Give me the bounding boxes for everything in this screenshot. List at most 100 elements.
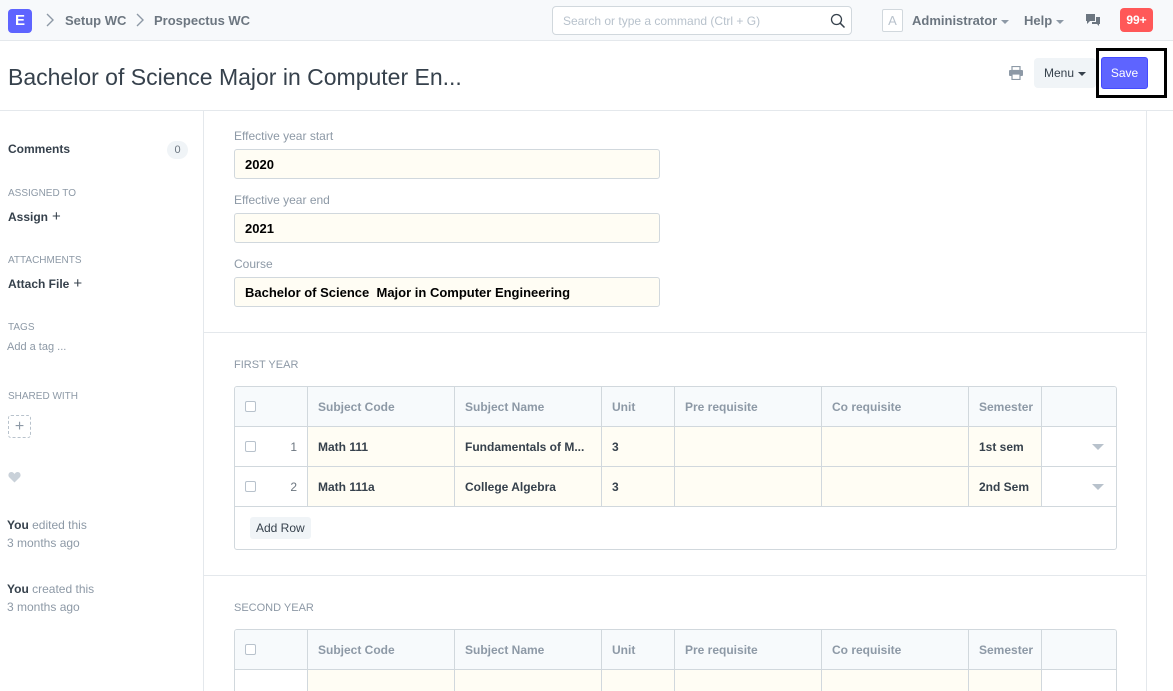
column-header: Unit xyxy=(602,387,675,426)
search-input[interactable] xyxy=(553,7,813,34)
first-year-title: FIRST YEAR xyxy=(234,359,299,371)
attachments-label: ATTACHMENTS xyxy=(8,255,82,266)
table-row[interactable]: 2 Math 111a College Algebra 3 2nd Sem xyxy=(235,467,1116,507)
assign-button[interactable]: Assign + xyxy=(8,208,61,225)
attach-file-button[interactable]: Attach File + xyxy=(8,275,82,292)
app-logo[interactable]: E xyxy=(8,9,32,33)
semester-cell[interactable]: 2nd Sem xyxy=(969,467,1042,506)
column-header: Subject Name xyxy=(455,387,602,426)
chat-icon[interactable] xyxy=(1085,13,1101,27)
second-year-table: Subject Code Subject Name Unit Pre requi… xyxy=(234,629,1117,691)
subject-code-cell[interactable]: Math 111 xyxy=(308,427,455,466)
effective-year-end-label: Effective year end xyxy=(234,193,330,207)
navbar: E Setup WC Prospectus WC A Administrator… xyxy=(0,0,1173,41)
caret-down-icon xyxy=(1078,71,1087,76)
unit-cell[interactable]: 3 xyxy=(602,427,675,466)
effective-year-start-label: Effective year start xyxy=(234,129,334,143)
first-year-table: Subject Code Subject Name Unit Pre requi… xyxy=(234,386,1117,550)
row-actions[interactable] xyxy=(1042,467,1116,506)
header-action-cell xyxy=(1042,387,1116,426)
co-requisite-cell[interactable] xyxy=(822,427,969,466)
subject-name-cell[interactable]: College Algebra xyxy=(455,467,602,506)
row-checkbox[interactable] xyxy=(245,441,256,452)
row-actions[interactable] xyxy=(1042,427,1116,466)
co-requisite-cell[interactable] xyxy=(822,467,969,506)
row-select-cell: 2 xyxy=(235,467,308,506)
add-tag-input[interactable]: Add a tag ... xyxy=(7,341,66,353)
timeline-actor: You xyxy=(7,582,29,596)
table-row[interactable]: 1 Math 111 Fundamentals of M... 3 1st se… xyxy=(235,427,1116,467)
plus-icon: + xyxy=(14,418,25,435)
timeline-edited: You edited this 3 months ago xyxy=(7,516,87,552)
unit-cell[interactable]: 3 xyxy=(602,467,675,506)
column-header: Pre requisite xyxy=(675,630,822,669)
pre-requisite-cell[interactable] xyxy=(675,427,822,466)
heart-icon[interactable] xyxy=(8,471,21,483)
comments-link[interactable]: Comments xyxy=(8,142,70,156)
timeline-created: You created this 3 months ago xyxy=(7,580,94,616)
timeline-action: created this xyxy=(32,582,95,596)
plus-icon: + xyxy=(73,275,83,292)
chevron-down-icon[interactable] xyxy=(1092,443,1104,450)
select-all-checkbox[interactable] xyxy=(245,644,256,655)
add-share-button[interactable]: + xyxy=(8,415,31,438)
semester-cell[interactable] xyxy=(969,670,1042,691)
select-all-checkbox[interactable] xyxy=(245,401,256,412)
caret-down-icon xyxy=(1001,19,1010,24)
help-menu[interactable]: Help xyxy=(1024,13,1065,28)
tags-label: TAGS xyxy=(8,322,35,333)
timeline-time: 3 months ago xyxy=(7,600,80,614)
column-header: Semester xyxy=(969,630,1042,669)
row-select-cell xyxy=(235,670,308,691)
co-requisite-cell[interactable] xyxy=(822,670,969,691)
timeline-time: 3 months ago xyxy=(7,536,80,550)
pre-requisite-cell[interactable] xyxy=(675,467,822,506)
header-select-cell xyxy=(235,387,308,426)
section-divider xyxy=(204,332,1146,333)
save-button[interactable]: Save xyxy=(1101,57,1148,89)
shared-with-label: SHARED WITH xyxy=(8,391,78,402)
unit-cell[interactable] xyxy=(602,670,675,691)
column-header: Co requisite xyxy=(822,630,969,669)
semester-cell[interactable]: 1st sem xyxy=(969,427,1042,466)
effective-year-start-input[interactable] xyxy=(234,149,660,179)
course-input[interactable] xyxy=(234,277,660,307)
section-divider xyxy=(204,575,1146,576)
user-menu[interactable]: Administrator xyxy=(912,13,1010,28)
chevron-down-icon[interactable] xyxy=(1092,483,1104,490)
row-number: 2 xyxy=(290,479,297,494)
attach-file-label: Attach File xyxy=(8,277,70,291)
subject-code-cell[interactable]: Math 111a xyxy=(308,467,455,506)
table-footer: Add Row xyxy=(235,507,1116,549)
search-icon[interactable] xyxy=(830,13,846,29)
notifications-badge[interactable]: 99+ xyxy=(1120,8,1153,32)
row-actions[interactable] xyxy=(1042,670,1116,691)
table-header: Subject Code Subject Name Unit Pre requi… xyxy=(235,630,1116,670)
row-checkbox[interactable] xyxy=(245,481,256,492)
plus-icon: + xyxy=(52,208,61,225)
add-row-button[interactable]: Add Row xyxy=(250,517,311,539)
breadcrumb-setup-wc[interactable]: Setup WC xyxy=(65,13,126,28)
chevron-right-icon xyxy=(45,12,55,28)
header-action-cell xyxy=(1042,630,1116,669)
table-header: Subject Code Subject Name Unit Pre requi… xyxy=(235,387,1116,427)
second-year-title: SECOND YEAR xyxy=(234,602,314,614)
effective-year-end-input[interactable] xyxy=(234,213,660,243)
subject-name-cell[interactable]: Fundamentals of M... xyxy=(455,427,602,466)
subject-code-cell[interactable] xyxy=(308,670,455,691)
comments-count-badge: 0 xyxy=(167,141,188,159)
print-icon[interactable] xyxy=(1008,65,1024,81)
assigned-to-label: ASSIGNED TO xyxy=(8,188,76,199)
breadcrumb-prospectus-wc[interactable]: Prospectus WC xyxy=(154,13,250,28)
help-label: Help xyxy=(1024,13,1053,28)
form-border-right xyxy=(1146,111,1147,691)
column-header: Pre requisite xyxy=(675,387,822,426)
subject-name-cell[interactable] xyxy=(455,670,602,691)
chevron-right-icon xyxy=(135,12,145,28)
table-row[interactable] xyxy=(235,670,1116,691)
timeline-actor: You xyxy=(7,518,29,532)
column-header: Subject Code xyxy=(308,630,455,669)
avatar[interactable]: A xyxy=(882,9,903,32)
pre-requisite-cell[interactable] xyxy=(675,670,822,691)
menu-button[interactable]: Menu xyxy=(1034,58,1096,88)
